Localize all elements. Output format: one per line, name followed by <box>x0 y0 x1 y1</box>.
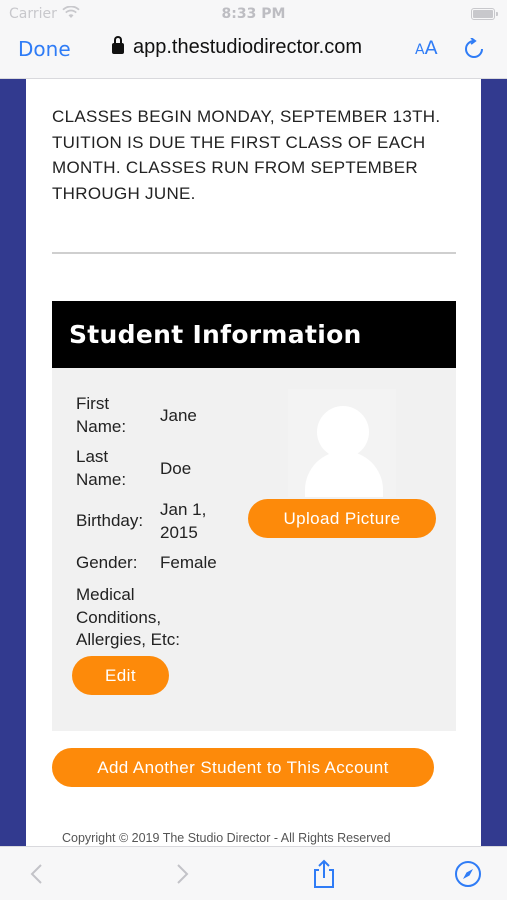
compass-icon[interactable] <box>454 859 482 889</box>
page-border-right <box>481 79 507 846</box>
class-notice: CLASSES BEGIN MONDAY, SEPTEMBER 13TH. TU… <box>52 107 441 203</box>
student-info-card: First Name: Jane Last Name: Doe Birthday… <box>52 368 456 731</box>
field-value: Doe <box>160 459 192 478</box>
field-label: Medical Conditions, Allergies, Etc: <box>76 585 180 649</box>
student-fields: First Name: Jane Last Name: Doe Birthday… <box>76 393 220 656</box>
status-bar: Carrier 8:33 PM <box>0 4 507 24</box>
text-size-button[interactable]: AA <box>415 37 438 59</box>
field-last-name: Last Name: Doe <box>76 446 220 495</box>
edit-button[interactable]: Edit <box>72 656 169 695</box>
back-icon[interactable] <box>24 859 52 889</box>
field-label: Gender: <box>76 553 138 572</box>
field-medical: Medical Conditions, Allergies, Etc: <box>76 584 220 652</box>
page-content: CLASSES BEGIN MONDAY, SEPTEMBER 13TH. TU… <box>52 79 456 845</box>
student-photo-placeholder <box>288 389 396 497</box>
browser-nav: Done app.thestudiodirector.com AA <box>0 30 507 70</box>
address-bar[interactable]: app.thestudiodirector.com <box>112 36 362 59</box>
browser-bottom-toolbar <box>0 846 507 900</box>
divider <box>52 252 456 254</box>
avatar-body-shape <box>305 451 383 497</box>
copyright-text: Copyright © 2019 The Studio Director - A… <box>62 831 391 845</box>
reload-icon[interactable] <box>463 37 485 60</box>
field-first-name: First Name: Jane <box>76 393 220 442</box>
page-border-left <box>0 79 26 846</box>
status-time: 8:33 PM <box>221 6 286 22</box>
field-label: Birthday: <box>76 511 144 530</box>
url-text: app.thestudiodirector.com <box>133 36 363 58</box>
add-student-button[interactable]: Add Another Student to This Account <box>52 748 434 787</box>
done-button[interactable]: Done <box>18 37 71 61</box>
field-label: First Name: <box>76 394 127 436</box>
web-page: CLASSES BEGIN MONDAY, SEPTEMBER 13TH. TU… <box>0 79 507 846</box>
section-title: Student Information <box>52 301 456 368</box>
battery-icon <box>471 8 498 20</box>
upload-picture-button[interactable]: Upload Picture <box>248 499 436 538</box>
browser-top-bar: Carrier 8:33 PM Done app.thestudiodirect… <box>0 0 507 79</box>
field-gender: Gender: Female <box>76 552 220 580</box>
forward-icon[interactable] <box>168 859 196 889</box>
lock-icon <box>112 36 124 54</box>
share-icon[interactable] <box>310 859 338 889</box>
field-value: Jan 1, 2015 <box>160 500 207 542</box>
field-value: Jane <box>160 406 197 425</box>
field-birthday: Birthday: Jan 1, 2015 <box>76 499 220 548</box>
field-value: Female <box>160 553 217 572</box>
field-label: Last Name: <box>76 447 127 489</box>
